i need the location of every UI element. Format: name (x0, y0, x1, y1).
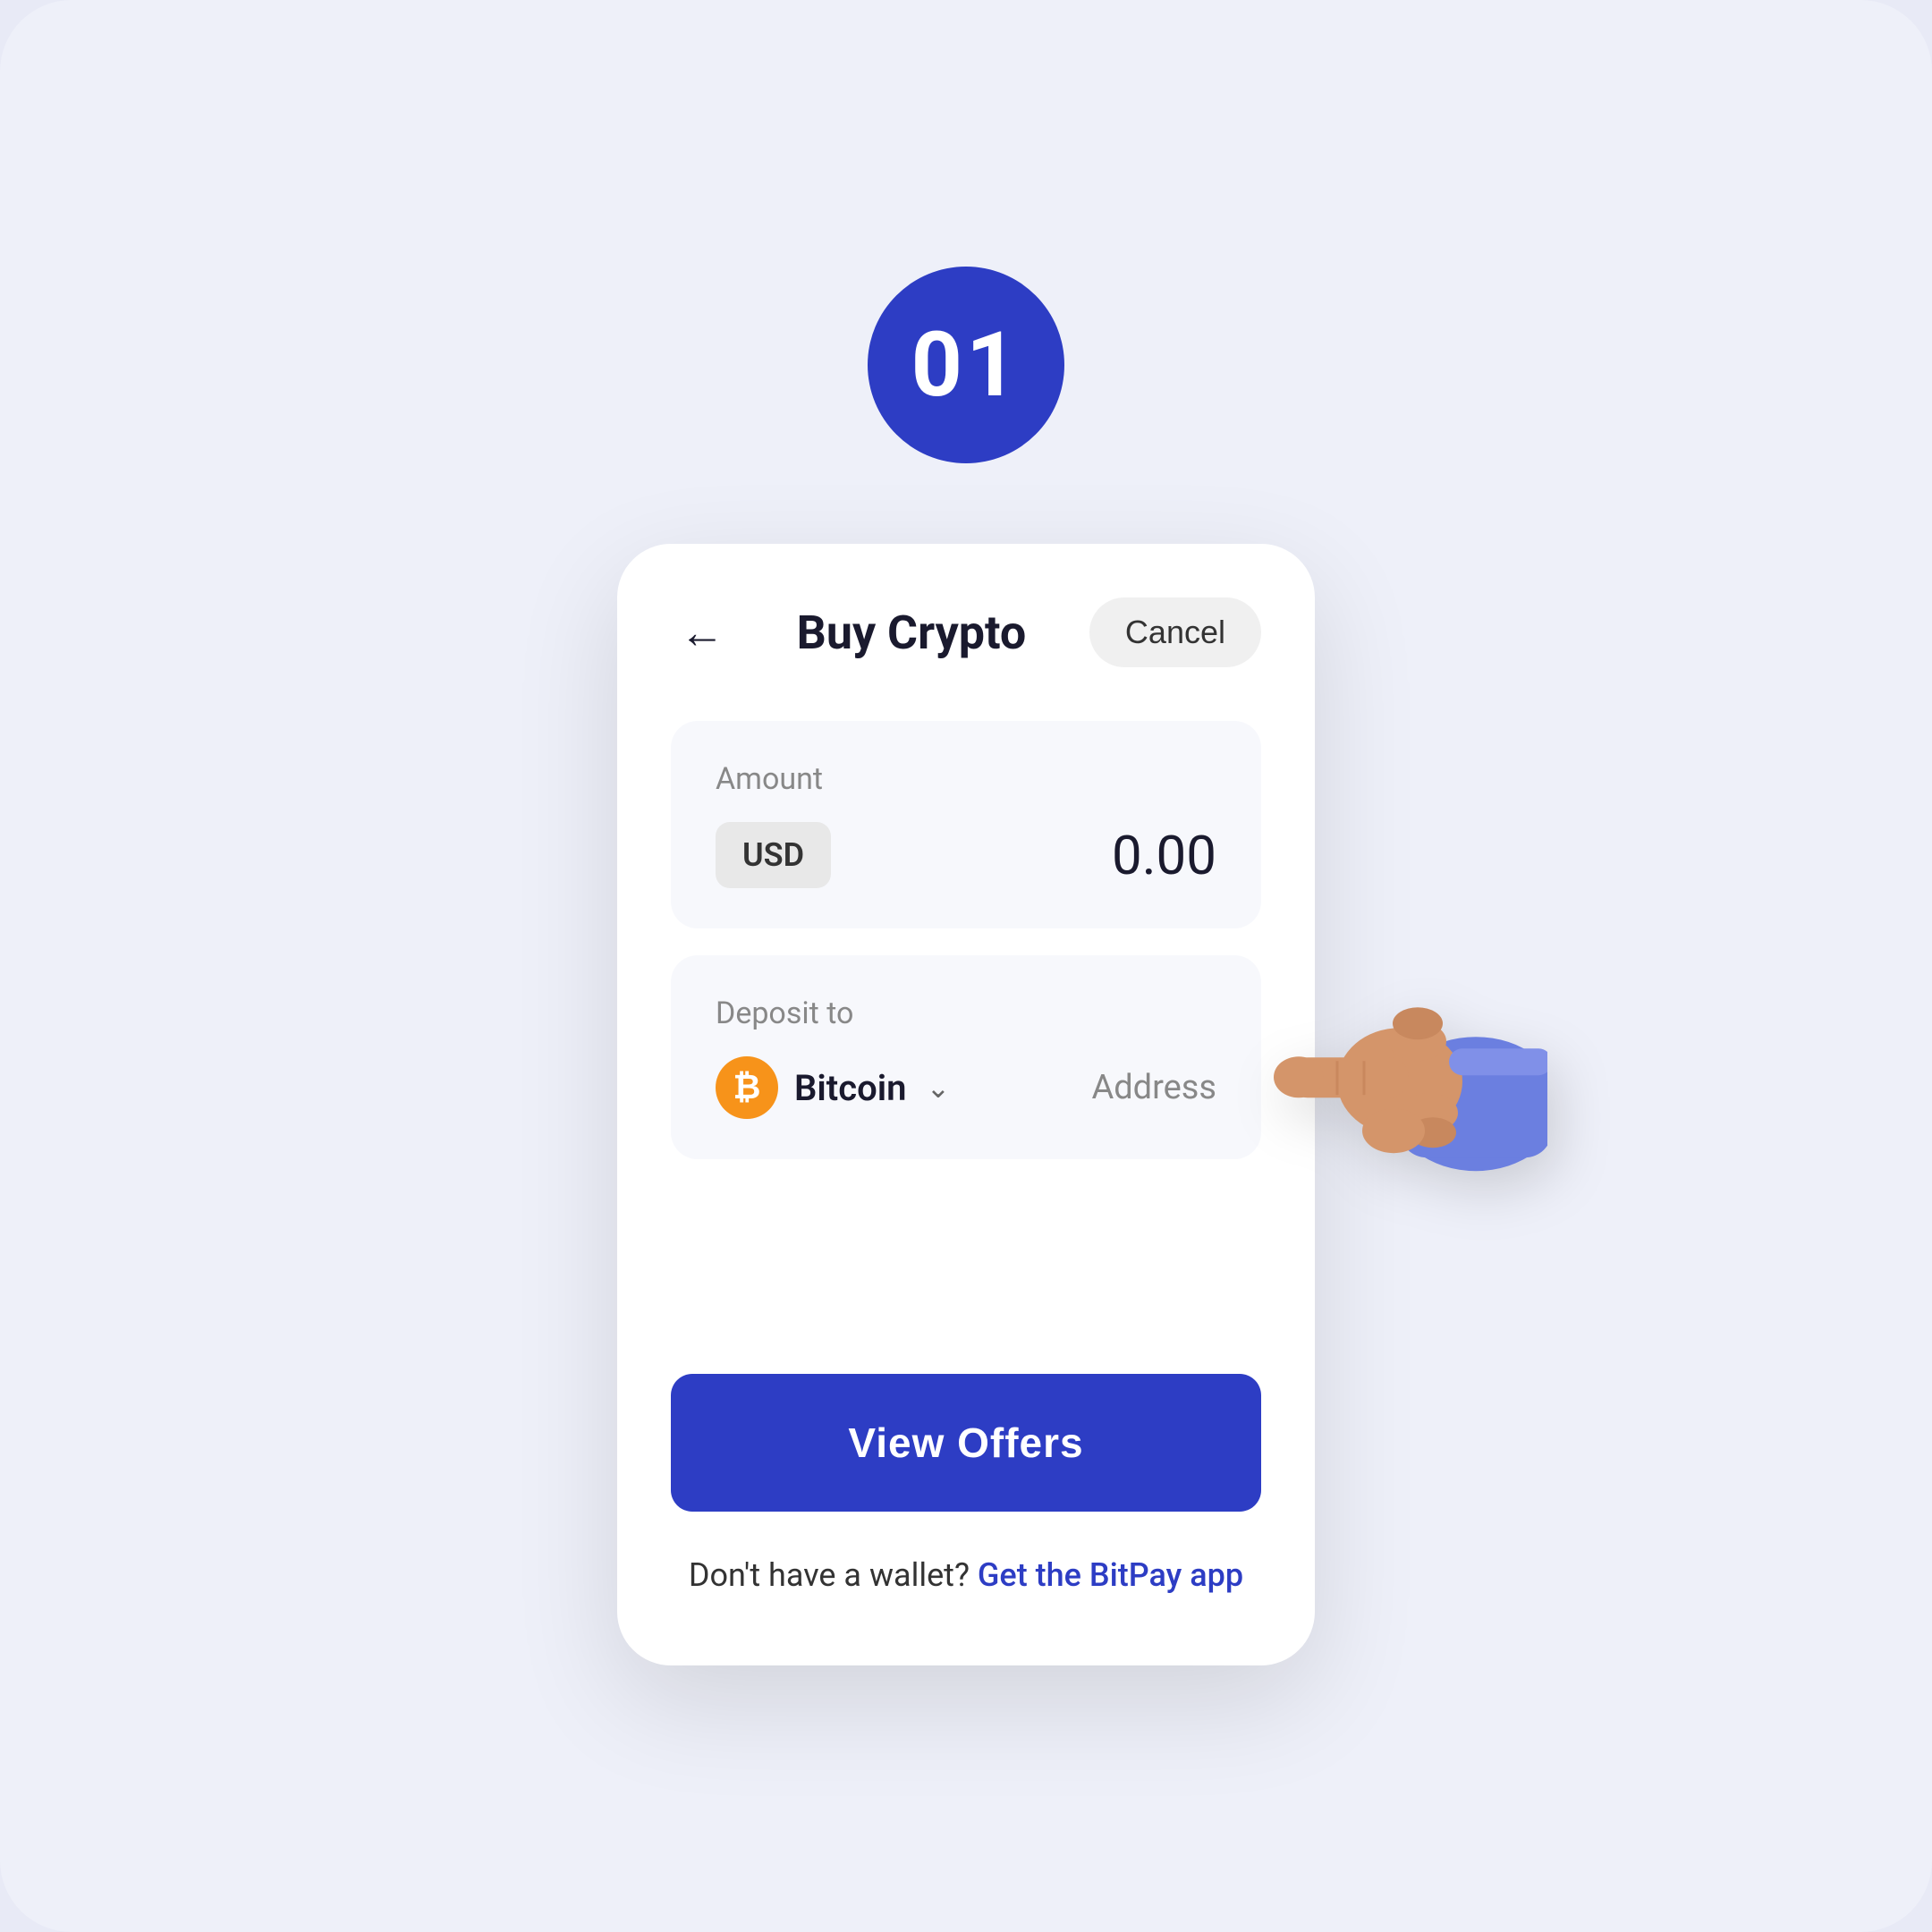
bitcoin-selector[interactable]: ₿ Bitcoin ⌄ (716, 1056, 950, 1119)
footer-text: Don't have a wallet? Get the BitPay app (671, 1556, 1261, 1594)
back-button[interactable]: ← (671, 601, 733, 664)
cancel-button[interactable]: Cancel (1089, 597, 1261, 667)
hand-illustration (1261, 934, 1547, 1218)
address-label[interactable]: Address (1091, 1068, 1216, 1107)
app-header: ← Buy Crypto Cancel (671, 597, 1261, 667)
deposit-row: ₿ Bitcoin ⌄ Address (716, 1056, 1216, 1119)
currency-badge[interactable]: USD (716, 822, 831, 888)
footer-static-text: Don't have a wallet? (689, 1556, 970, 1594)
phone-card: ← Buy Crypto Cancel Amount USD 0.00 Depo… (617, 544, 1315, 1665)
page-title: Buy Crypto (797, 606, 1027, 660)
deposit-label: Deposit to (716, 996, 1216, 1031)
deposit-card: Deposit to ₿ Bitcoin ⌄ Address (671, 955, 1261, 1159)
bitcoin-icon: ₿ (716, 1056, 778, 1119)
view-offers-button[interactable]: View Offers (671, 1374, 1261, 1512)
crypto-name: Bitcoin (794, 1067, 906, 1109)
chevron-down-icon: ⌄ (926, 1071, 950, 1105)
phone-container: ← Buy Crypto Cancel Amount USD 0.00 Depo… (617, 544, 1315, 1665)
back-arrow-icon: ← (680, 606, 724, 659)
page-background: 01 (0, 0, 1932, 1932)
spacer (671, 1213, 1261, 1374)
bitcoin-symbol-icon: ₿ (733, 1068, 761, 1107)
amount-value[interactable]: 0.00 (1112, 824, 1216, 887)
amount-card: Amount USD 0.00 (671, 721, 1261, 928)
bitpay-app-link[interactable]: Get the BitPay app (978, 1556, 1243, 1594)
step-badge: 01 (868, 267, 1064, 463)
amount-label: Amount (716, 761, 1216, 797)
step-number: 01 (911, 313, 1021, 418)
amount-row: USD 0.00 (716, 822, 1216, 888)
